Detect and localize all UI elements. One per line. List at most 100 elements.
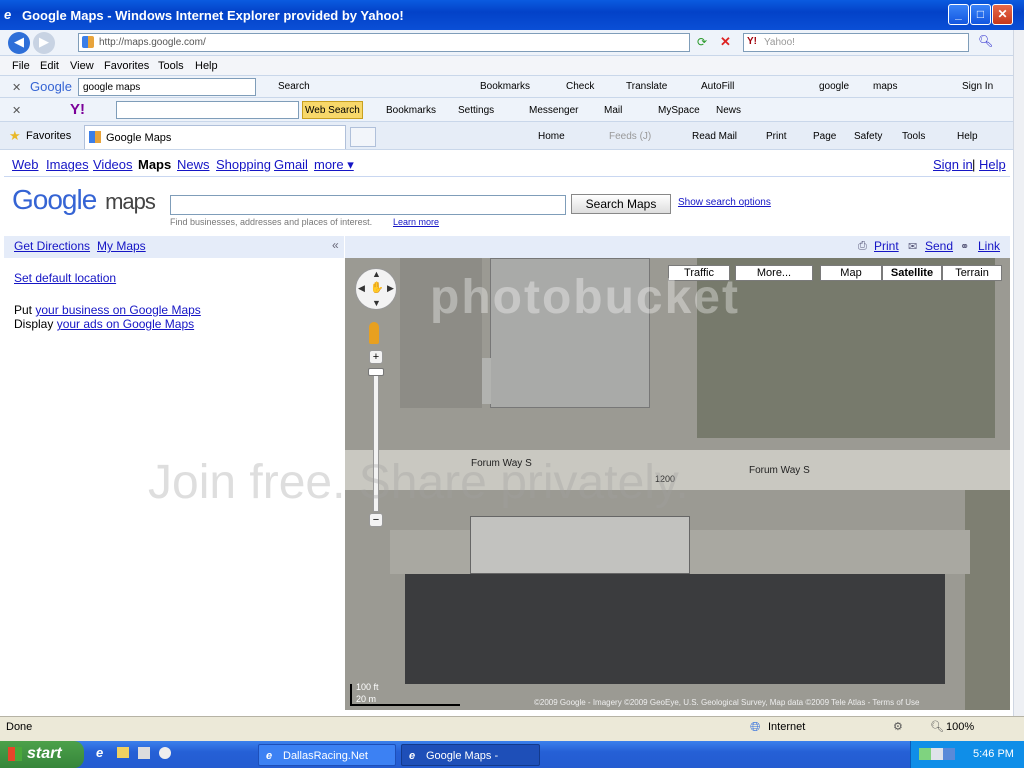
tab-favicon-icon	[89, 131, 101, 143]
map-type-map-button[interactable]: Map	[820, 265, 882, 281]
news-button[interactable]: News	[716, 105, 741, 116]
close-button[interactable]: ✕	[992, 4, 1013, 25]
collapse-sidebar-icon[interactable]: «	[332, 238, 339, 252]
maps-bookmark-button[interactable]: maps	[873, 81, 897, 92]
menu-view[interactable]: View	[70, 60, 94, 72]
quicklaunch-folder-icon[interactable]	[117, 747, 129, 758]
set-default-location-link[interactable]: Set default location	[14, 271, 116, 285]
close-toolbar-icon[interactable]: ✕	[12, 81, 21, 94]
pegman-icon[interactable]	[369, 322, 379, 344]
maximize-button[interactable]: □	[970, 4, 991, 25]
address-input[interactable]: http://maps.google.com/	[78, 33, 690, 52]
translate-button[interactable]: Translate	[626, 81, 667, 92]
close-yahoo-toolbar-icon[interactable]: ✕	[12, 104, 21, 117]
yahoo-settings-button[interactable]: Settings	[458, 105, 494, 116]
show-search-options-link[interactable]: Show search options	[678, 197, 771, 208]
quicklaunch-app-icon[interactable]	[138, 747, 150, 759]
pan-right-icon[interactable]: ▶	[387, 283, 394, 294]
check-button[interactable]: Check	[566, 81, 594, 92]
maps-search-input[interactable]	[170, 195, 566, 215]
menu-favorites[interactable]: Favorites	[104, 60, 149, 72]
zoom-slider-handle[interactable]	[368, 368, 384, 376]
map-type-terrain-button[interactable]: Terrain	[942, 265, 1002, 281]
link-link[interactable]: Link	[978, 239, 1000, 253]
print-icon[interactable]: ⎙	[858, 240, 867, 253]
send-link[interactable]: Send	[925, 239, 953, 253]
nav-gmail[interactable]: Gmail	[274, 157, 308, 172]
tab-google-maps[interactable]: Google Maps	[84, 125, 346, 149]
autofill-button[interactable]: AutoFill	[701, 81, 734, 92]
tools-menu-button[interactable]: Tools	[902, 131, 925, 142]
start-button[interactable]: start	[0, 741, 84, 768]
quicklaunch-ie-icon[interactable]: e	[96, 745, 103, 760]
yahoo-bookmarks-button[interactable]: Bookmarks	[386, 105, 436, 116]
windows-flag-icon	[8, 747, 22, 761]
quicklaunch-media-icon[interactable]	[159, 747, 171, 759]
menu-edit[interactable]: Edit	[40, 60, 59, 72]
nav-web[interactable]: Web	[12, 157, 39, 172]
google-favicon-icon	[82, 36, 94, 48]
zoom-level[interactable]: 100%	[946, 721, 974, 733]
sign-in-button[interactable]: Sign In	[962, 81, 993, 92]
sign-in-link[interactable]: Sign in	[933, 157, 973, 172]
pan-left-icon[interactable]: ◀	[358, 283, 365, 294]
nav-more[interactable]: more ▾	[314, 157, 354, 173]
search-maps-button[interactable]: Search Maps	[571, 194, 671, 214]
google-toolbar-input[interactable]: google maps	[78, 78, 256, 96]
taskbar-button-dallasracing[interactable]: e DallasRacing.Net For...	[258, 744, 396, 766]
pan-up-icon[interactable]: ▲	[372, 269, 381, 279]
nav-images[interactable]: Images	[46, 157, 89, 172]
help-link[interactable]: Help	[979, 157, 1006, 172]
business-link[interactable]: your business on Google Maps	[35, 303, 200, 317]
grass-area	[697, 258, 995, 438]
map-type-satellite-button[interactable]: Satellite	[882, 265, 942, 281]
nav-shopping[interactable]: Shopping	[216, 157, 271, 172]
google-bookmark-button[interactable]: google	[819, 81, 849, 92]
nav-news[interactable]: News	[177, 157, 210, 172]
zoom-icon[interactable]: 🔍︎	[930, 720, 944, 733]
stop-icon[interactable]: ✕	[720, 34, 731, 50]
web-search-button[interactable]: Web Search	[302, 101, 363, 119]
google-search-button[interactable]: Search	[278, 81, 310, 92]
nav-videos[interactable]: Videos	[93, 157, 133, 172]
yahoo-search-input[interactable]: Y! Yahoo!	[743, 33, 969, 52]
taskbar-button-google-maps[interactable]: e Google Maps - Windo...	[401, 744, 540, 766]
pan-control[interactable]: ▲ ◀ ▶ ▼ ✋	[355, 268, 397, 310]
send-icon[interactable]: ✉	[908, 240, 917, 253]
menu-file[interactable]: File	[12, 60, 30, 72]
minimize-button[interactable]: _	[948, 4, 969, 25]
zoom-in-button[interactable]: +	[369, 350, 383, 364]
my-maps-link[interactable]: My Maps	[97, 239, 146, 253]
myspace-button[interactable]: MySpace	[658, 105, 700, 116]
feeds-button[interactable]: Feeds (J)	[609, 131, 651, 142]
bookmarks-button[interactable]: Bookmarks	[480, 81, 530, 92]
print-link[interactable]: Print	[874, 239, 899, 253]
mail-button[interactable]: Mail	[604, 105, 622, 116]
print-command-button[interactable]: Print	[766, 131, 787, 142]
home-button[interactable]: Home	[538, 131, 565, 142]
zoom-out-button[interactable]: −	[369, 513, 383, 527]
new-tab-button[interactable]	[350, 127, 376, 147]
tray-icons[interactable]	[919, 748, 955, 760]
more-button[interactable]: More...	[735, 265, 813, 281]
read-mail-button[interactable]: Read Mail	[692, 131, 737, 142]
get-directions-link[interactable]: Get Directions	[14, 239, 90, 253]
learn-more-link[interactable]: Learn more	[393, 217, 439, 227]
messenger-button[interactable]: Messenger	[529, 105, 578, 116]
protected-mode-icon[interactable]: ⚙︎	[893, 720, 903, 733]
scrollbar-vertical[interactable]	[1013, 30, 1024, 716]
yahoo-toolbar-input[interactable]	[116, 101, 299, 119]
forward-button[interactable]: ▶	[33, 32, 55, 54]
page-menu-button[interactable]: Page	[813, 131, 836, 142]
search-icon[interactable]: 🔍︎	[978, 34, 993, 48]
menu-help[interactable]: Help	[195, 60, 218, 72]
menu-tools[interactable]: Tools	[158, 60, 184, 72]
help-menu-button[interactable]: Help	[957, 131, 978, 142]
back-button[interactable]: ◀	[8, 32, 30, 54]
ads-link[interactable]: your ads on Google Maps	[57, 317, 194, 331]
link-icon[interactable]: ⚭	[960, 240, 969, 253]
safety-menu-button[interactable]: Safety	[854, 131, 882, 142]
pan-down-icon[interactable]: ▼	[372, 298, 381, 308]
refresh-icon[interactable]: ⟳	[697, 35, 707, 49]
favorites-button[interactable]: Favorites	[26, 130, 71, 142]
